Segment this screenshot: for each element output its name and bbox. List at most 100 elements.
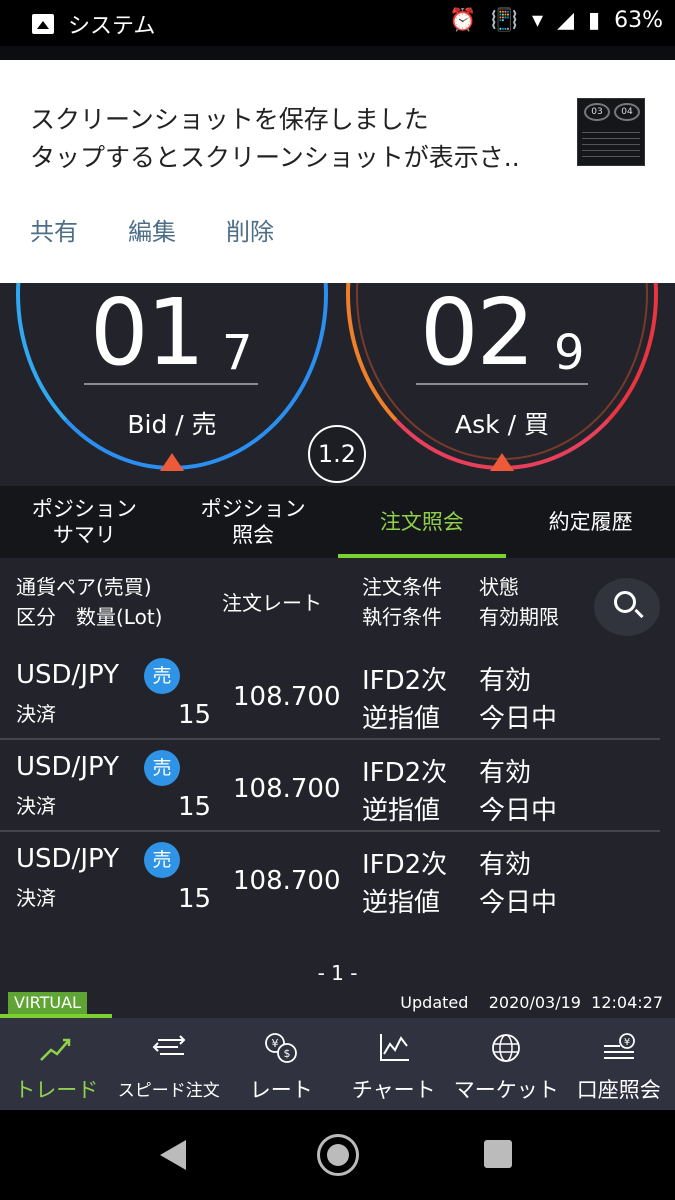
- status-app-label: システム: [68, 14, 156, 39]
- order-kubun: 決済: [16, 794, 56, 818]
- search-icon: [614, 591, 636, 613]
- search-button[interactable]: [594, 578, 660, 636]
- exec-condition: 逆指値: [362, 888, 441, 918]
- battery-icon: ▮: [587, 8, 601, 33]
- recent-apps-icon[interactable]: [484, 1140, 512, 1168]
- thumbnail-ask-ring: 04: [614, 103, 640, 121]
- order-row[interactable]: USD/JPY 売 決済 15 108.700 IFD2次 逆指値 有効 今日中: [0, 740, 675, 832]
- order-condition: IFD2次: [362, 758, 448, 788]
- order-row[interactable]: USD/JPY 売 決済 15 108.700 IFD2次 逆指値 有効 今日中: [0, 648, 675, 740]
- header-exec-condition: 執行条件: [362, 605, 442, 629]
- share-button[interactable]: 共有: [30, 212, 78, 247]
- nav-label: トレード: [14, 1078, 99, 1102]
- home-icon[interactable]: [317, 1134, 359, 1176]
- chart-icon: [379, 1034, 409, 1061]
- order-pair: USD/JPY: [16, 660, 119, 690]
- header-pair: 通貨ペア(売買): [16, 575, 152, 599]
- updated-timestamp: Updated 2020/03/19 12:04:27: [400, 992, 663, 1014]
- order-row[interactable]: USD/JPY 売 決済 15 108.700 IFD2次 逆指値 有効 今日中: [0, 832, 675, 924]
- nav-rate[interactable]: ¥ $ レート: [225, 1018, 338, 1110]
- virtual-badge: VIRTUAL: [8, 992, 87, 1014]
- nav-label: レート: [249, 1078, 313, 1102]
- svg-text:¥: ¥: [624, 1037, 630, 1048]
- edit-button[interactable]: 編集: [128, 212, 176, 247]
- rate-currency-icon: ¥ $: [265, 1033, 298, 1063]
- bottom-nav: トレード スピード注文 ¥ $ レート チャート マーケット ¥ 口座照会: [0, 1018, 675, 1110]
- bid-label: Bid / 売: [127, 410, 217, 439]
- sell-badge: 売: [144, 842, 180, 878]
- tab-label: ポジション サマリ: [31, 497, 137, 547]
- nav-label: スピード注文: [117, 1081, 220, 1101]
- order-status: 有効: [479, 850, 532, 880]
- header-order-rate: 注文レート: [222, 591, 322, 615]
- order-status: 有効: [479, 758, 532, 788]
- order-qty: 15: [178, 884, 212, 914]
- ask-small-digit: 9: [554, 325, 585, 381]
- battery-percent: 63%: [614, 8, 663, 33]
- exec-condition: 逆指値: [362, 704, 441, 734]
- order-rate: 108.700: [233, 774, 341, 804]
- wifi-icon: ▾: [532, 8, 544, 33]
- nav-chart[interactable]: チャート: [338, 1018, 451, 1110]
- order-kubun: 決済: [16, 702, 56, 726]
- order-table-header: 通貨ペア(売買) 区分 数量(Lot) 注文レート 注文条件 執行条件 状態 有…: [0, 558, 675, 648]
- system-navigation: [0, 1110, 675, 1200]
- search-icon-handle: [634, 608, 644, 619]
- thumbnail-bid-ring: 03: [584, 103, 610, 121]
- bid-up-arrow-icon: [160, 453, 184, 471]
- notification-title: スクリーンショットを保存しました: [30, 105, 429, 134]
- spread-badge: 1.2: [308, 425, 366, 483]
- bid-small-digit: 7: [222, 325, 253, 381]
- nav-account[interactable]: ¥ 口座照会: [563, 1018, 675, 1110]
- gallery-icon: [32, 14, 54, 34]
- tab-position-summary[interactable]: ポジション サマリ: [0, 486, 169, 558]
- nav-speed-order[interactable]: スピード注文: [113, 1018, 226, 1110]
- tab-label: ポジション 照会: [200, 497, 306, 547]
- tab-execution-history[interactable]: 約定履歴: [506, 486, 675, 558]
- screenshot-notification[interactable]: スクリーンショットを保存しました タップするとスクリーンショットが表示さ.. 0…: [0, 60, 675, 283]
- header-status: 状態: [479, 575, 519, 599]
- ask-big-digits: 02: [420, 283, 535, 386]
- ask-underline: [416, 383, 588, 385]
- page-indicator: - 1 -: [0, 948, 675, 992]
- status-bar: システム ⏰ 📳 ▾ ◢ ▮ 63%: [0, 0, 675, 46]
- trade-chart-icon: [40, 1038, 71, 1061]
- screenshot-thumbnail[interactable]: 03 04: [577, 98, 645, 166]
- order-list: USD/JPY 売 決済 15 108.700 IFD2次 逆指値 有効 今日中…: [0, 648, 675, 948]
- sell-badge: 売: [144, 750, 180, 786]
- rate-panel: 01 7 Bid / 売 02 9 Ask / 買 1.2: [0, 283, 675, 486]
- ask-up-arrow-icon: [490, 453, 514, 471]
- delete-button[interactable]: 削除: [226, 212, 274, 247]
- sell-badge: 売: [144, 658, 180, 694]
- back-icon[interactable]: [160, 1140, 186, 1170]
- info-bar: VIRTUAL Updated 2020/03/19 12:04:27: [0, 992, 675, 1018]
- nav-market[interactable]: マーケット: [450, 1018, 563, 1110]
- updated-label: Updated: [400, 993, 469, 1012]
- updated-time: 12:04:27: [591, 993, 663, 1012]
- tab-position-inquiry[interactable]: ポジション 照会: [169, 486, 338, 558]
- nav-label: チャート: [351, 1078, 436, 1102]
- order-status: 有効: [479, 666, 532, 696]
- status-divider: [0, 46, 675, 60]
- tab-label: 約定履歴: [548, 510, 633, 534]
- svg-text:¥: ¥: [272, 1037, 279, 1050]
- header-order-condition: 注文条件: [362, 575, 442, 599]
- notification-text: タップするとスクリーンショットが表示さ..: [30, 143, 520, 172]
- nav-trade[interactable]: トレード: [0, 1018, 113, 1110]
- tab-order-inquiry[interactable]: 注文照会: [337, 486, 507, 558]
- notification-actions: 共有 編集 削除: [30, 212, 274, 247]
- svg-text:$: $: [284, 1047, 291, 1060]
- alarm-icon: ⏰: [449, 8, 477, 33]
- bid-big-digits: 01: [90, 283, 205, 386]
- signal-icon: ◢: [557, 8, 574, 33]
- order-expiry: 今日中: [479, 796, 558, 826]
- tab-label: 注文照会: [379, 510, 464, 534]
- thumbnail-rows: [582, 127, 640, 161]
- order-condition: IFD2次: [362, 666, 448, 696]
- order-qty: 15: [178, 700, 212, 730]
- speed-order-icon: [152, 1035, 186, 1055]
- order-rate: 108.700: [233, 866, 341, 896]
- order-rate: 108.700: [233, 682, 341, 712]
- order-qty: 15: [178, 792, 212, 822]
- order-pair: USD/JPY: [16, 844, 119, 874]
